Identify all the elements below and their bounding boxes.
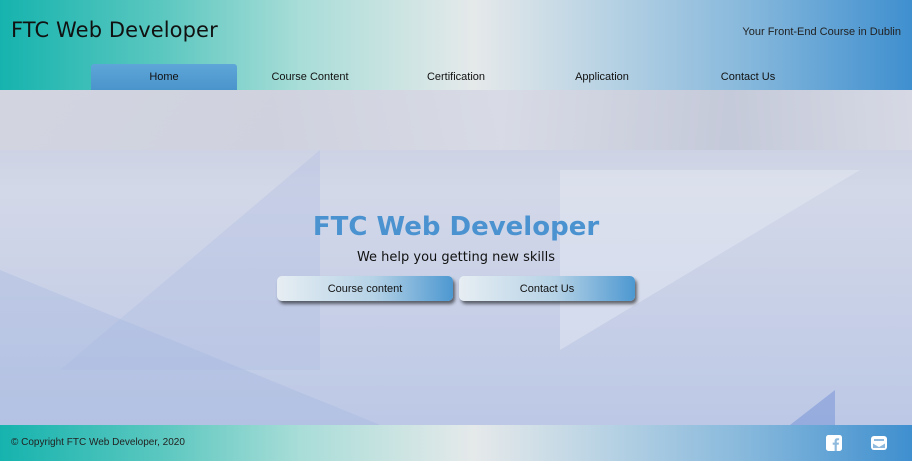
contact-us-button[interactable]: Contact Us xyxy=(459,276,635,301)
background-shape xyxy=(790,390,835,425)
hero-title: FTC Web Developer xyxy=(312,212,600,242)
site-tagline: Your Front-End Course in Dublin xyxy=(742,26,901,38)
site-footer: © Copyright FTC Web Developer, 2020 xyxy=(0,425,912,461)
site-title[interactable]: FTC Web Developer xyxy=(11,18,218,42)
course-content-button[interactable]: Course content xyxy=(277,276,453,301)
nav-item-certification[interactable]: Certification xyxy=(383,64,529,90)
nav-item-application[interactable]: Application xyxy=(529,64,675,90)
copyright-text: © Copyright FTC Web Developer, 2020 xyxy=(11,437,185,448)
hero-background-band xyxy=(0,90,912,150)
hero-section: FTC Web Developer We help you getting ne… xyxy=(0,90,912,425)
hero-subtitle: We help you getting new skills xyxy=(356,250,556,265)
nav-item-course-content[interactable]: Course Content xyxy=(237,64,383,90)
facebook-icon[interactable] xyxy=(826,435,842,451)
nav-item-home[interactable]: Home xyxy=(91,64,237,90)
nav-item-contact-us[interactable]: Contact Us xyxy=(675,64,821,90)
main-nav: Home Course Content Certification Applic… xyxy=(91,64,821,90)
email-icon[interactable] xyxy=(870,435,887,451)
site-header: FTC Web Developer Your Front-End Course … xyxy=(0,0,912,90)
